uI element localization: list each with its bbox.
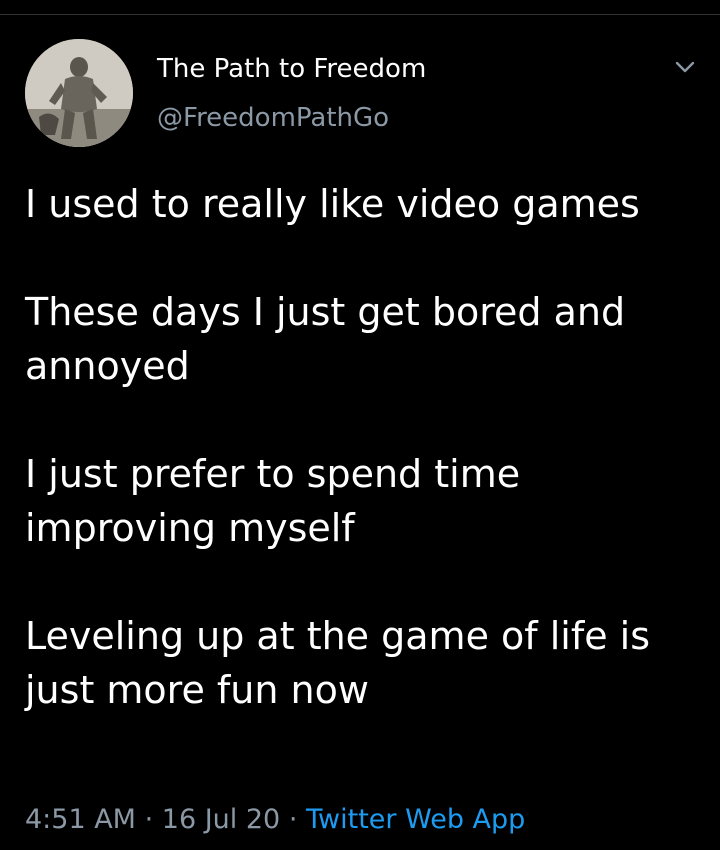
statue-avatar-icon [25,39,133,147]
author-avatar[interactable] [25,39,133,147]
tweet-paragraph: I used to really like video games [25,182,640,226]
tweet-paragraph: These days I just get bored and annoyed [25,290,626,388]
meta-separator: · [288,804,298,835]
tweet-date[interactable]: 16 Jul 20 [162,804,280,835]
author-name[interactable]: The Path to Freedom [157,52,426,86]
tweet-time[interactable]: 4:51 AM [25,804,136,835]
tweet-text: I used to really like video games These … [25,177,705,717]
tweet-paragraph: I just prefer to spend time improving my… [25,452,521,550]
tweet-source-link[interactable]: Twitter Web App [306,804,525,835]
author-handle[interactable]: @FreedomPathGo [157,101,389,135]
top-divider [0,14,720,15]
tweet-meta: 4:51 AM · 16 Jul 20 · Twitter Web App [25,800,525,840]
tweet-paragraph: Leveling up at the game of life is just … [25,614,651,712]
meta-separator: · [144,804,154,835]
chevron-down-icon[interactable] [672,54,698,80]
